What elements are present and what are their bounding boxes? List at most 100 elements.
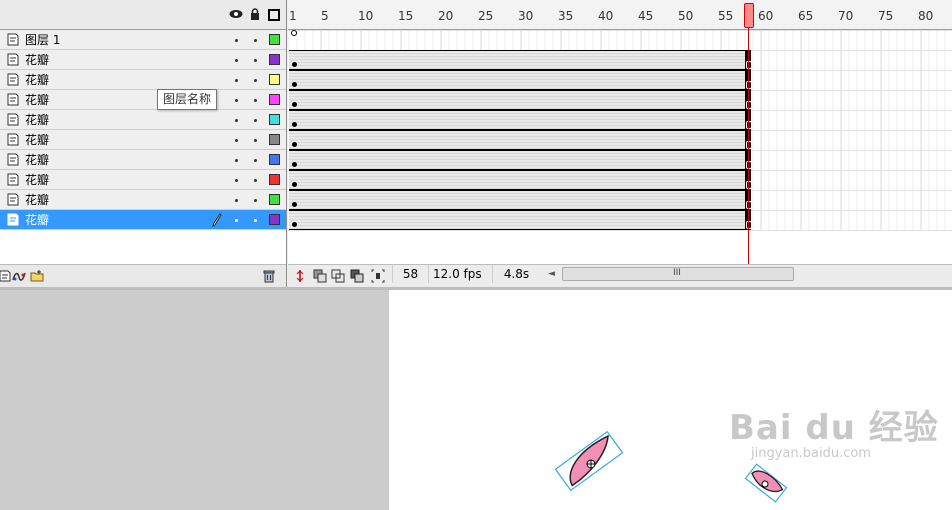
layer-name[interactable]: 花瓣 bbox=[25, 73, 49, 87]
frame-span[interactable] bbox=[289, 50, 747, 70]
pencil-icon bbox=[212, 213, 222, 227]
stage-canvas[interactable]: Bai du 经验 jingyan.baidu.com bbox=[389, 290, 952, 510]
keyframe[interactable] bbox=[292, 162, 297, 167]
visibility-dot[interactable] bbox=[235, 79, 238, 82]
visibility-dot[interactable] bbox=[235, 139, 238, 142]
ruler-tick-label: 55 bbox=[718, 9, 734, 23]
visibility-dot[interactable] bbox=[235, 99, 238, 102]
ruler-tick-label: 45 bbox=[638, 9, 654, 23]
visibility-dot[interactable] bbox=[235, 119, 238, 122]
layer-row[interactable]: 花瓣 bbox=[0, 130, 286, 150]
keyframe[interactable] bbox=[292, 182, 297, 187]
lock-dot[interactable] bbox=[254, 79, 257, 82]
keyframe[interactable] bbox=[292, 222, 297, 227]
outline-color-swatch[interactable] bbox=[269, 134, 280, 145]
keyframe[interactable] bbox=[292, 122, 297, 127]
frame-span[interactable] bbox=[289, 90, 747, 110]
frame-span[interactable] bbox=[289, 190, 747, 210]
layer-row[interactable]: 花瓣 bbox=[0, 170, 286, 190]
outline-color-swatch[interactable] bbox=[269, 74, 280, 85]
lock-dot[interactable] bbox=[254, 159, 257, 162]
empty-keyframe[interactable] bbox=[291, 30, 297, 36]
layer-row[interactable]: 花瓣 bbox=[0, 190, 286, 210]
outline-color-swatch[interactable] bbox=[269, 154, 280, 165]
visibility-dot[interactable] bbox=[235, 179, 238, 182]
visibility-dot[interactable] bbox=[235, 159, 238, 162]
scroll-left-arrow[interactable]: ◄ bbox=[548, 269, 555, 279]
petal-symbol-small[interactable] bbox=[741, 462, 791, 504]
lock-dot[interactable] bbox=[254, 179, 257, 182]
keyframe[interactable] bbox=[292, 62, 297, 67]
lock-dot[interactable] bbox=[254, 59, 257, 62]
frame-span[interactable] bbox=[289, 70, 747, 90]
frame-span[interactable] bbox=[289, 210, 747, 230]
lock-dot[interactable] bbox=[254, 99, 257, 102]
outline-square-icon[interactable] bbox=[268, 9, 280, 21]
visibility-dot[interactable] bbox=[235, 59, 238, 62]
layer-row[interactable]: 花瓣 bbox=[0, 70, 286, 90]
lock-dot[interactable] bbox=[254, 199, 257, 202]
frame-rate-field[interactable]: 12.0 fps bbox=[428, 265, 490, 283]
layer-name[interactable]: 花瓣 bbox=[25, 133, 49, 147]
visibility-dot[interactable] bbox=[235, 219, 238, 222]
center-frame-icon[interactable] bbox=[293, 269, 307, 283]
visibility-dot[interactable] bbox=[235, 39, 238, 42]
layer-name[interactable]: 花瓣 bbox=[25, 193, 49, 207]
layer-row[interactable]: 花瓣 bbox=[0, 50, 286, 70]
outline-color-swatch[interactable] bbox=[269, 94, 280, 105]
new-folder-icon[interactable] bbox=[30, 269, 44, 283]
keyframe[interactable] bbox=[292, 82, 297, 87]
onion-skin-outlines-icon[interactable] bbox=[331, 269, 345, 283]
layer-name[interactable]: 图层 1 bbox=[25, 33, 60, 47]
ruler-tick-label: 70 bbox=[838, 9, 854, 23]
layer-name[interactable]: 花瓣 bbox=[25, 93, 49, 107]
scroll-grip[interactable]: III bbox=[673, 268, 681, 278]
layer-row[interactable]: 花瓣 bbox=[0, 150, 286, 170]
frame-ruler[interactable]: 1 5 10 15 20 25 30 35 40 45 50 55 60 65 70 75 80 bbox=[288, 0, 952, 30]
frame-span[interactable] bbox=[289, 130, 747, 150]
layer-row[interactable]: 花瓣 bbox=[0, 110, 286, 130]
layer-icon bbox=[7, 213, 19, 226]
layer-header bbox=[0, 0, 286, 30]
playhead-handle[interactable] bbox=[744, 3, 754, 28]
edit-multiple-frames-icon[interactable] bbox=[350, 269, 364, 283]
layer-row[interactable]: 图层 1 bbox=[0, 30, 286, 50]
layer-row[interactable]: 花瓣 bbox=[0, 90, 286, 110]
lock-dot[interactable] bbox=[254, 139, 257, 142]
motion-guide-icon[interactable] bbox=[12, 269, 26, 283]
onion-skin-icon[interactable] bbox=[313, 269, 327, 283]
lock-dot[interactable] bbox=[254, 39, 257, 42]
keyframe[interactable] bbox=[292, 102, 297, 107]
eye-icon[interactable] bbox=[229, 9, 243, 19]
outline-color-swatch[interactable] bbox=[269, 194, 280, 205]
trash-icon[interactable] bbox=[262, 269, 276, 283]
outline-color-swatch[interactable] bbox=[269, 114, 280, 125]
layer-row[interactable]: 花瓣 bbox=[0, 210, 286, 230]
frame-area[interactable]: 1 5 10 15 20 25 30 35 40 45 50 55 60 65 70 75 80 bbox=[288, 0, 952, 264]
outline-color-swatch[interactable] bbox=[269, 54, 280, 65]
visibility-dot[interactable] bbox=[235, 199, 238, 202]
layer-name[interactable]: 花瓣 bbox=[25, 213, 49, 227]
layer-name[interactable]: 花瓣 bbox=[25, 153, 49, 167]
new-layer-icon[interactable] bbox=[0, 269, 12, 283]
keyframe[interactable] bbox=[292, 142, 297, 147]
layer-name[interactable]: 花瓣 bbox=[25, 113, 49, 127]
outline-color-swatch[interactable] bbox=[269, 174, 280, 185]
outline-color-swatch[interactable] bbox=[269, 214, 280, 225]
horizontal-scrollbar[interactable]: III bbox=[562, 267, 794, 281]
modify-onion-markers-icon[interactable] bbox=[371, 269, 385, 283]
lock-dot[interactable] bbox=[254, 119, 257, 122]
layer-name[interactable]: 花瓣 bbox=[25, 173, 49, 187]
frame-span[interactable] bbox=[289, 110, 747, 130]
frame-span[interactable] bbox=[289, 150, 747, 170]
outline-color-swatch[interactable] bbox=[269, 34, 280, 45]
layer-icon bbox=[7, 53, 19, 66]
lock-dot[interactable] bbox=[254, 219, 257, 222]
lock-icon[interactable] bbox=[250, 8, 260, 20]
watermark-main-text: Bai du 经验 bbox=[729, 408, 939, 448]
layer-name[interactable]: 花瓣 bbox=[25, 53, 49, 67]
keyframe[interactable] bbox=[292, 202, 297, 207]
frame-span[interactable] bbox=[289, 170, 747, 190]
elapsed-time-field: 4.8s bbox=[492, 265, 540, 283]
petal-symbol-large[interactable] bbox=[549, 426, 629, 496]
